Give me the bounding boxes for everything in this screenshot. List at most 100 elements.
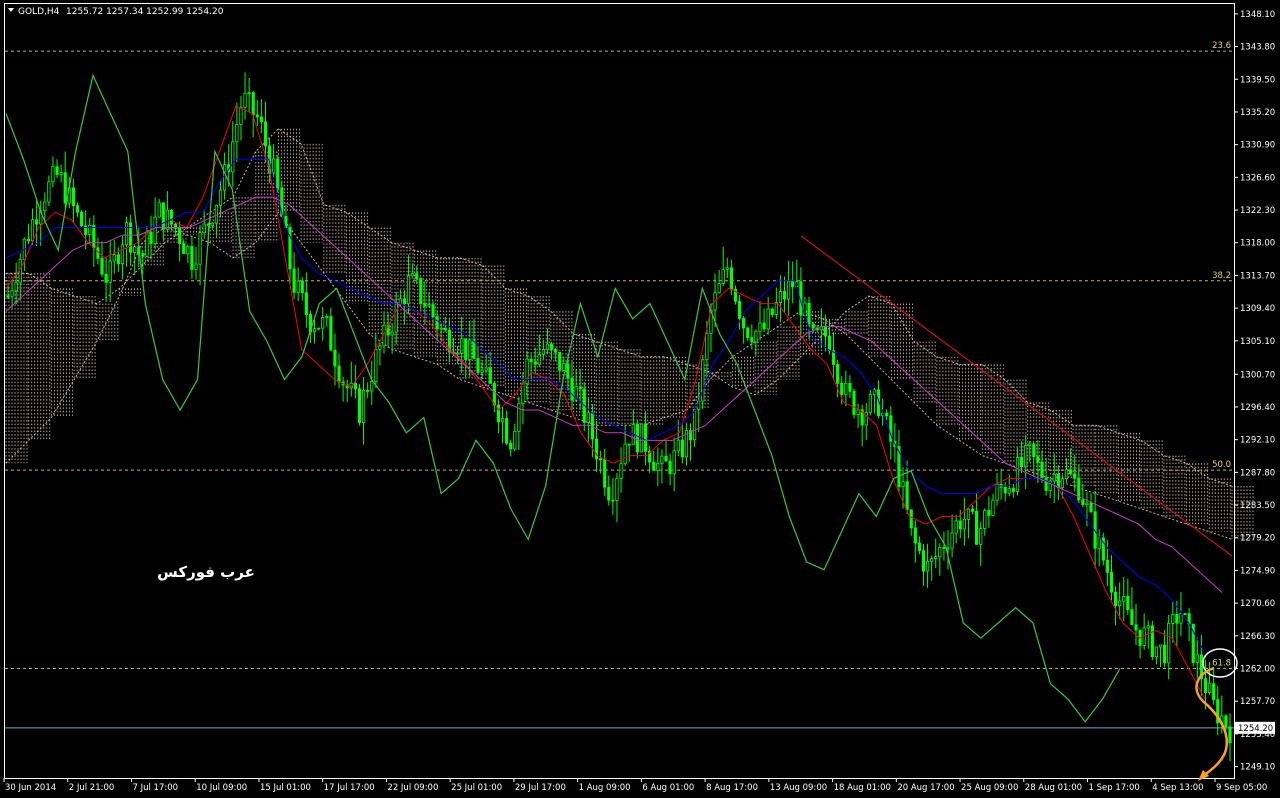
candle-body xyxy=(427,304,431,307)
candle-body xyxy=(513,430,517,450)
candle-body xyxy=(178,227,182,244)
candle-body xyxy=(852,390,856,415)
candle-body xyxy=(668,460,672,475)
candle-body xyxy=(1146,625,1150,629)
candle-body xyxy=(235,124,239,143)
candle-body xyxy=(263,121,268,147)
candle-body xyxy=(366,389,370,392)
x-tick-label: 4 Sep 13:00 xyxy=(1152,783,1203,793)
candle-body xyxy=(549,343,554,350)
candle-body xyxy=(435,316,439,330)
fib-level-label: 23.6 xyxy=(1212,41,1231,51)
candle-body xyxy=(627,443,631,446)
candle-body xyxy=(141,253,145,257)
y-tick-label: 1326.60 xyxy=(1240,173,1275,183)
candle-body xyxy=(296,280,300,293)
candle-body xyxy=(1073,473,1077,479)
candle-body xyxy=(725,267,729,270)
fib-level-label: 38.2 xyxy=(1212,271,1231,281)
candle-body xyxy=(962,518,966,530)
candle-body xyxy=(1105,559,1109,573)
candle-body xyxy=(169,209,174,225)
candle-body xyxy=(394,303,398,333)
y-tick-label: 1292.10 xyxy=(1240,436,1275,446)
candle-body xyxy=(423,303,427,307)
y-tick-label: 1343.80 xyxy=(1240,43,1275,53)
candle-body xyxy=(603,458,607,488)
candle-body xyxy=(476,358,480,373)
candle-body xyxy=(145,231,149,257)
candle-body xyxy=(14,282,18,292)
candle-body xyxy=(353,382,357,390)
candle-body xyxy=(460,338,464,354)
x-tick-label: 15 Jul 01:00 xyxy=(260,783,311,793)
candle-body xyxy=(1007,488,1011,494)
y-tick-label: 1322.30 xyxy=(1240,206,1275,216)
candle-body xyxy=(312,328,317,333)
candle-body xyxy=(218,189,223,206)
x-tick-label: 13 Aug 09:00 xyxy=(770,783,827,793)
y-tick-label: 1305.10 xyxy=(1240,337,1275,347)
candle-body xyxy=(186,245,190,255)
y-tick-label: 1266.30 xyxy=(1240,632,1275,642)
candle-body xyxy=(88,224,92,235)
candle-body xyxy=(26,238,31,242)
candle-body xyxy=(905,481,909,511)
candle-body xyxy=(782,291,787,300)
candle-body xyxy=(1109,571,1114,593)
candle-body xyxy=(43,201,47,212)
x-tick-label: 20 Aug 17:00 xyxy=(897,783,954,793)
price-chart[interactable]: 23.6 38.2 50.0 61.8 1348.10 1343.80 1339.50 13… xyxy=(0,0,1280,794)
candle-body xyxy=(705,333,709,361)
candle-body xyxy=(402,298,407,305)
y-tick-label: 1274.90 xyxy=(1240,566,1275,576)
candle-body xyxy=(443,327,447,331)
candle-body xyxy=(1183,613,1187,616)
candle-body xyxy=(374,348,378,382)
candle-body xyxy=(210,222,214,227)
candle-body xyxy=(823,326,827,337)
candle-body xyxy=(529,358,533,363)
candle-body xyxy=(1069,469,1073,475)
x-tick-label: 10 Jul 09:00 xyxy=(196,783,247,793)
candle-body xyxy=(827,335,832,352)
candle-body xyxy=(664,455,668,462)
candle-body xyxy=(79,211,84,227)
candle-body xyxy=(357,388,362,423)
candle-body xyxy=(1171,613,1175,624)
candle-body xyxy=(1015,457,1020,492)
candle-body xyxy=(909,509,913,529)
candle-body xyxy=(55,166,59,175)
x-tick-label: 25 Aug 09:00 xyxy=(961,783,1018,793)
y-tick-label: 1262.00 xyxy=(1240,665,1275,675)
candle-body xyxy=(913,527,917,544)
current-price-label: 1254.20 xyxy=(1238,724,1273,734)
candle-body xyxy=(292,268,296,293)
candle-body xyxy=(623,443,627,465)
candle-body xyxy=(791,281,795,288)
y-tick-label: 1339.50 xyxy=(1240,75,1275,85)
y-tick-label: 1257.70 xyxy=(1240,697,1275,707)
fib-level-label: 61.8 xyxy=(1212,659,1231,669)
candle-body xyxy=(1024,445,1028,468)
candle-body xyxy=(272,158,276,174)
candle-body xyxy=(492,383,496,406)
candle-body xyxy=(112,254,116,262)
candle-body xyxy=(1060,478,1065,489)
y-tick-label: 1270.60 xyxy=(1240,599,1275,609)
candle-body xyxy=(762,322,766,330)
candle-body xyxy=(1097,537,1101,549)
chart-area[interactable]: 23.6 38.2 50.0 61.8 1348.10 1343.80 1339.50 13… xyxy=(0,0,1280,794)
candle-body xyxy=(885,412,889,417)
candle-body xyxy=(566,363,570,379)
candle-body xyxy=(108,260,112,283)
candle-body xyxy=(1150,625,1154,658)
x-tick-label: 1 Sep 17:00 xyxy=(1089,783,1140,793)
candle-body xyxy=(856,409,860,415)
y-tick-label: 1283.50 xyxy=(1240,501,1275,511)
y-tick-label: 1313.70 xyxy=(1240,271,1275,281)
symbol-label: GOLD,H4 xyxy=(18,7,60,17)
candle-body xyxy=(938,547,942,558)
candle-body xyxy=(554,349,558,353)
candle-body xyxy=(505,418,509,444)
